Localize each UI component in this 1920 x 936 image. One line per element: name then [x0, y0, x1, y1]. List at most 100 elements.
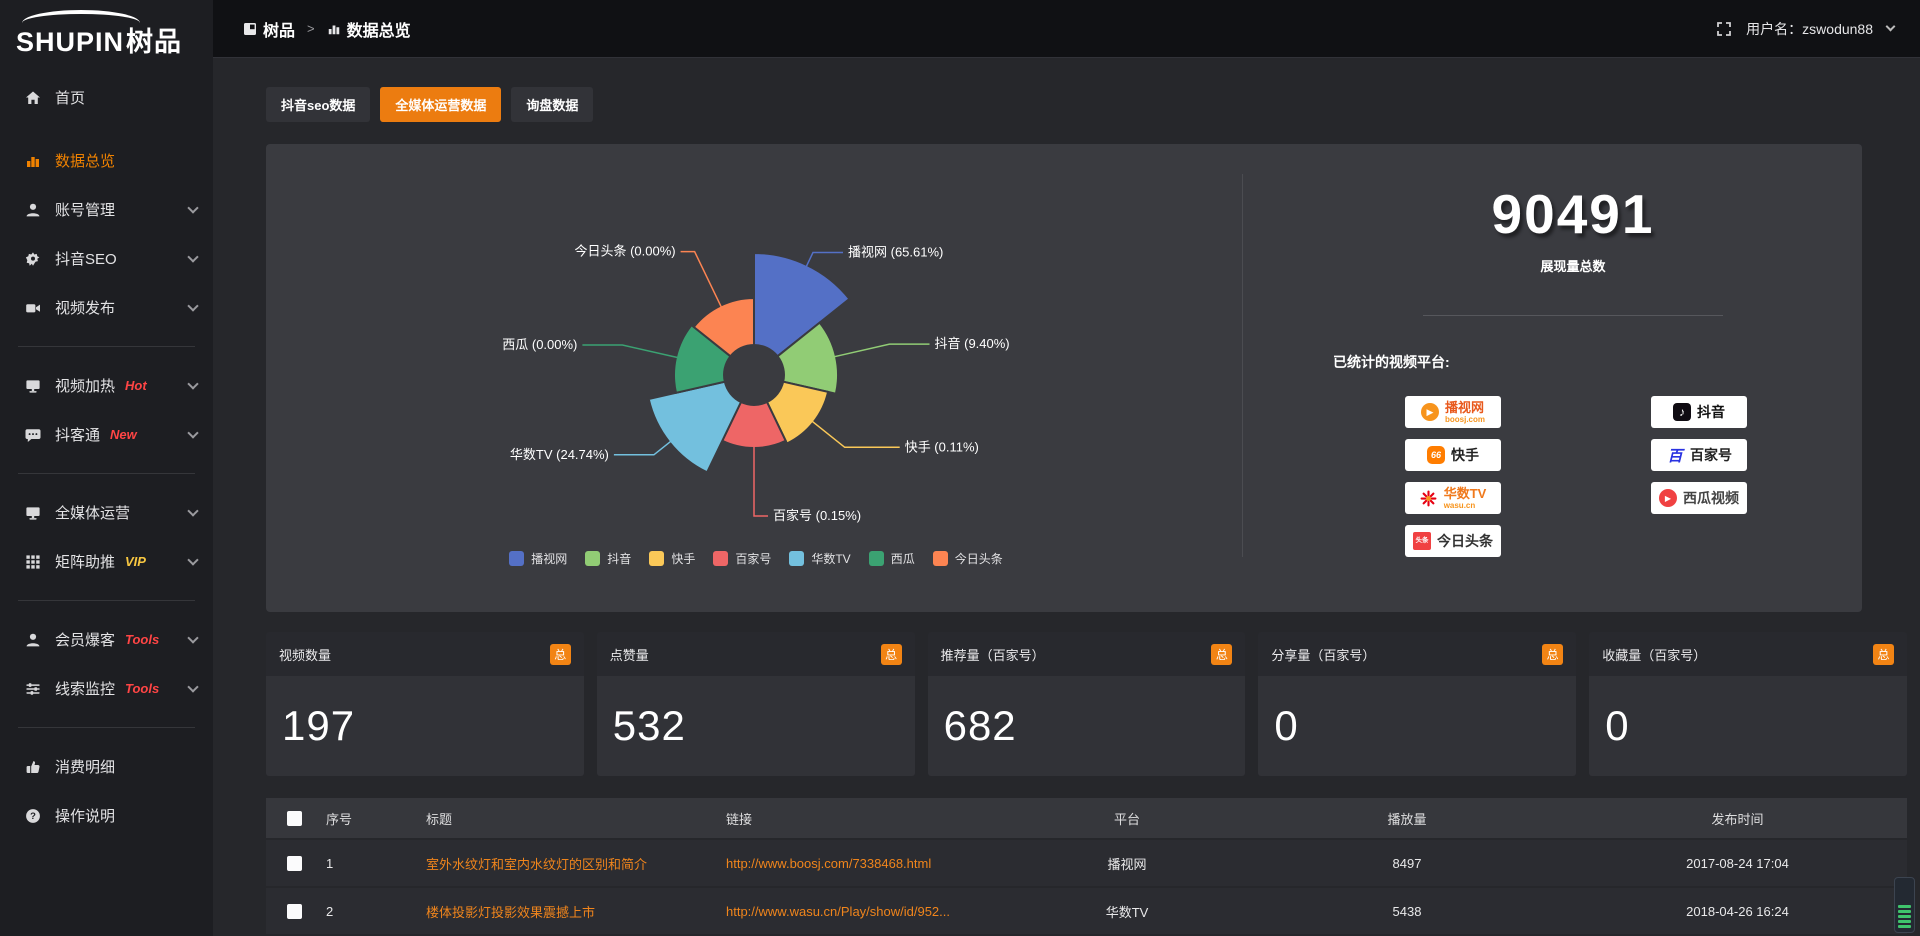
stat-card-title: 分享量（百家号） [1271, 645, 1375, 664]
cell-time: 2017-08-24 17:04 [1576, 856, 1907, 871]
sidebar-item-首页[interactable]: 首页 [0, 73, 213, 122]
platform-badge-今日头条: 头条今日头条 [1405, 525, 1501, 557]
row-checkbox[interactable] [287, 856, 302, 871]
legend-item-今日头条[interactable]: 今日头条 [933, 550, 1003, 567]
legend-label: 抖音 [607, 550, 631, 567]
monitor-icon [24, 377, 41, 394]
menu-divider [18, 346, 195, 347]
legend-swatch [585, 551, 600, 566]
cell-title[interactable]: 室外水纹灯和室内水纹灯的区别和简介 [426, 854, 726, 873]
stat-cards-row: 视频数量 总 197 点赞量 总 532 推荐量（百家号） 总 682 分享量（… [266, 632, 1907, 776]
sidebar-item-抖音SEO[interactable]: 抖音SEO [0, 234, 213, 283]
topbar: 树品 > 数据总览 用户名：zswodun88 [213, 0, 1920, 58]
pie-label-百家号: 百家号 (0.15%) [773, 508, 861, 523]
dashboard-page: { "colors": { "accent_orange": "#ec7c10"… [0, 0, 1920, 936]
chat-icon [24, 426, 41, 443]
legend-label: 快手 [671, 550, 695, 567]
stat-card-value: 682 [944, 702, 1017, 750]
sidebar-item-抖客通[interactable]: 抖客通New [0, 410, 213, 459]
sidebar-item-label: 全媒体运营 [55, 502, 130, 523]
user-menu-chevron-icon[interactable] [1886, 22, 1896, 32]
legend-label: 西瓜 [891, 550, 915, 567]
logo-text-en: SHUPIN [16, 27, 124, 57]
svg-text:?: ? [30, 811, 36, 822]
legend-swatch [869, 551, 884, 566]
screen-icon [24, 504, 41, 521]
legend-item-西瓜[interactable]: 西瓜 [869, 550, 915, 567]
sidebar-item-label: 抖客通 [55, 424, 100, 445]
cell-title[interactable]: 楼体投影灯投影效果震撼上市 [426, 902, 726, 921]
sidebar-item-操作说明[interactable]: ?操作说明 [0, 791, 213, 840]
stat-card-视频数量: 视频数量 总 197 [266, 632, 584, 776]
pie-label-西瓜: 西瓜 (0.00%) [502, 337, 577, 352]
sidebar-item-数据总览[interactable]: 数据总览 [0, 136, 213, 185]
tab-询盘数据[interactable]: 询盘数据 [511, 87, 593, 122]
pie-slice-华数TV[interactable] [649, 382, 741, 473]
sidebar-item-矩阵助推[interactable]: 矩阵助推VIP [0, 537, 213, 586]
sidebar-item-tag: Tools [125, 681, 159, 696]
platform-name: 抖音 [1697, 402, 1725, 422]
total-badge[interactable]: 总 [881, 644, 902, 665]
sidebar-item-label: 视频发布 [55, 297, 115, 318]
sidebar-item-label: 矩阵助推 [55, 551, 115, 572]
sidebar-item-账号管理[interactable]: 账号管理 [0, 185, 213, 234]
col-header: 链接 [726, 809, 1016, 828]
sidebar-item-label: 消费明细 [55, 756, 115, 777]
cell-link[interactable]: http://www.boosj.com/7338468.html [726, 856, 1016, 871]
select-all-checkbox[interactable] [287, 811, 302, 826]
sidebar-item-消费明细[interactable]: 消费明细 [0, 742, 213, 791]
sidebar-item-label: 首页 [55, 87, 85, 108]
sidebar-menu: 首页数据总览账号管理抖音SEO 视频发布视频加热Hot抖客通New 全媒体运营矩阵助… [0, 63, 213, 840]
bars-icon [24, 152, 41, 169]
cell-platform: 播视网 [1016, 854, 1246, 873]
menu-divider [18, 473, 195, 474]
total-badge[interactable]: 总 [1542, 644, 1563, 665]
legend-swatch [649, 551, 664, 566]
cell-plays: 5438 [1246, 904, 1576, 919]
tab-全媒体运营数据[interactable]: 全媒体运营数据 [380, 87, 501, 122]
table-header-row: 序号 标题 链接 平台 播放量 发布时间 [266, 798, 1907, 838]
legend-item-华数TV[interactable]: 华数TV [789, 550, 850, 567]
sidebar-item-全媒体运营[interactable]: 全媒体运营 [0, 488, 213, 537]
col-header: 发布时间 [1576, 809, 1907, 828]
rose-pie-chart[interactable]: 播视网 (65.61%)抖音 (9.40%)快手 (0.11%)百家号 (0.1… [266, 144, 1246, 612]
row-checkbox[interactable] [287, 904, 302, 919]
sidebar-item-线索监控[interactable]: 线索监控Tools [0, 664, 213, 713]
sidebar-item-label: 账号管理 [55, 199, 115, 220]
chevron-down-icon [187, 251, 198, 262]
sidebar-item-tag: Hot [125, 378, 147, 393]
legend-item-播视网[interactable]: 播视网 [509, 550, 567, 567]
stat-card-点赞量: 点赞量 总 532 [597, 632, 915, 776]
legend-item-快手[interactable]: 快手 [649, 550, 695, 567]
breadcrumb-separator: > [307, 21, 315, 36]
sidebar-item-视频加热[interactable]: 视频加热Hot [0, 361, 213, 410]
total-badge[interactable]: 总 [550, 644, 571, 665]
legend-swatch [789, 551, 804, 566]
platform-name: 华数TV [1444, 487, 1487, 500]
fullscreen-icon[interactable] [1716, 21, 1732, 37]
menu-divider [18, 600, 195, 601]
table-row: 1 室外水纹灯和室内水纹灯的区别和简介 http://www.boosj.com… [266, 840, 1907, 886]
platform-name: 今日头条 [1437, 531, 1493, 551]
sidebar-item-会员爆客[interactable]: 会员爆客Tools [0, 615, 213, 664]
legend-item-抖音[interactable]: 抖音 [585, 550, 631, 567]
summary-divider [1423, 315, 1723, 316]
cell-link[interactable]: http://www.wasu.cn/Play/show/id/952... [726, 904, 1016, 919]
main-content: 抖音seo数据全媒体运营数据询盘数据 播视网 (65.61%)抖音 (9.40%… [213, 59, 1920, 936]
breadcrumb-root[interactable]: 树品 [263, 17, 295, 41]
videos-table: 序号 标题 链接 平台 播放量 发布时间 1 室外水纹灯和室内水纹灯的区别和简介… [266, 798, 1907, 936]
chevron-down-icon [187, 378, 198, 389]
sidebar: SHUPIN树品 首页数据总览账号管理抖音SEO视频发布视频加热Hot抖客通Ne… [0, 0, 213, 936]
username-label[interactable]: 用户名：zswodun88 [1746, 19, 1873, 39]
sidebar-item-label: 数据总览 [55, 150, 115, 171]
network-monitor-widget[interactable] [1894, 877, 1915, 933]
total-badge[interactable]: 总 [1873, 644, 1894, 665]
total-badge[interactable]: 总 [1211, 644, 1232, 665]
user-icon [24, 201, 41, 218]
tab-抖音seo数据[interactable]: 抖音seo数据 [266, 87, 370, 122]
chevron-down-icon [187, 554, 198, 565]
label-line [582, 345, 678, 358]
sidebar-item-视频发布[interactable]: 视频发布 [0, 283, 213, 332]
legend-item-百家号[interactable]: 百家号 [713, 550, 771, 567]
cell-time: 2018-04-26 16:24 [1576, 904, 1907, 919]
